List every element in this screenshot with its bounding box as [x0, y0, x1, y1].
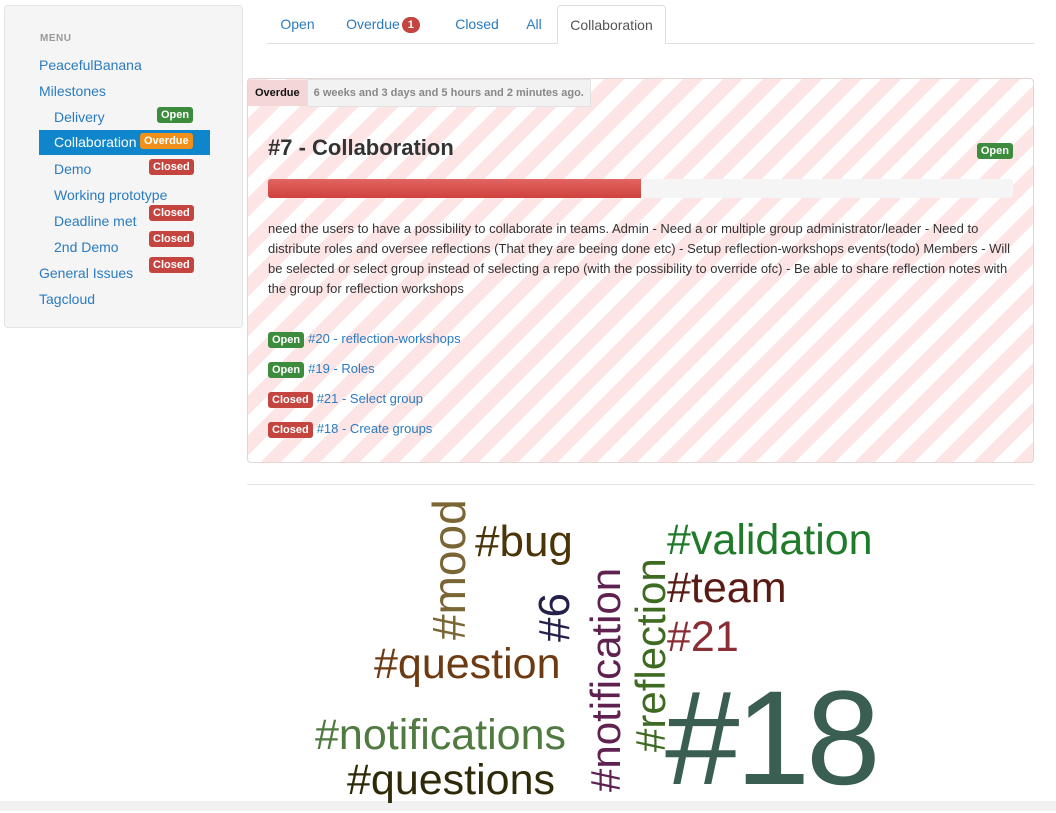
issue-status-badge: Closed — [268, 422, 313, 438]
nav-milestone-delivery[interactable]: Delivery — [39, 105, 105, 129]
tab-label: Overdue — [346, 16, 400, 32]
issue-row: Closed #21 - Select group — [268, 390, 423, 408]
status-badge: Overdue — [140, 133, 193, 149]
overdue-count-badge: 1 — [401, 17, 420, 33]
nav-peacefulbanana[interactable]: PeacefulBanana — [39, 53, 142, 77]
issue-row: Closed #18 - Create groups — [268, 420, 432, 438]
milestone-title: #7 - Collaboration — [268, 135, 454, 160]
nav-general-issues[interactable]: General Issues — [39, 261, 133, 285]
tag-6[interactable]: #6 — [530, 593, 579, 642]
tag-team[interactable]: #team — [667, 567, 787, 610]
tab-open[interactable]: Open — [267, 5, 328, 43]
milestone-progress-bar — [268, 179, 1013, 198]
status-badge: Closed — [149, 231, 194, 247]
status-badge: Closed — [149, 257, 194, 273]
status-badge: Open — [157, 107, 194, 123]
tag-bug[interactable]: #bug — [475, 520, 573, 564]
menu-header: MENU — [40, 33, 72, 44]
issue-row: Open #19 - Roles — [268, 360, 375, 378]
overdue-time: 6 weeks and 3 days and 5 hours and 2 min… — [306, 79, 591, 107]
nav-milestones[interactable]: Milestones — [39, 79, 106, 103]
tag-21[interactable]: #21 — [667, 616, 739, 659]
nav-label: Collaboration — [54, 134, 137, 150]
nav-milestone-demo[interactable]: Demo — [39, 157, 91, 181]
issue-link[interactable]: #18 - Create groups — [317, 421, 433, 436]
progress-fill — [268, 179, 641, 198]
milestone-panel: Overdue 6 weeks and 3 days and 5 hours an… — [247, 78, 1034, 463]
issue-status-badge: Open — [268, 362, 305, 378]
milestone-description: need the users to have a possibility to … — [268, 221, 1011, 296]
divider — [247, 484, 1034, 485]
tab-closed[interactable]: Closed — [442, 5, 512, 43]
issue-status-badge: Open — [268, 332, 305, 348]
tag-notifications[interactable]: #notifications — [315, 714, 566, 757]
tag-questions[interactable]: #questions — [347, 759, 555, 802]
issue-link[interactable]: #20 - reflection-workshops — [308, 331, 460, 346]
tag-notification[interactable]: #notification — [582, 568, 629, 792]
status-badge: Closed — [149, 205, 194, 221]
tab-overdue[interactable]: Overdue 1 — [333, 5, 433, 43]
tab-all[interactable]: All — [518, 5, 550, 43]
issue-link[interactable]: #21 - Select group — [317, 391, 423, 406]
issue-row: Open #20 - reflection-workshops — [268, 330, 461, 348]
nav-milestone-working-prototype[interactable]: Working prototype — [39, 183, 167, 207]
sidebar: MENU PeacefulBanana Milestones Delivery … — [4, 5, 243, 328]
tab-collaboration[interactable]: Collaboration — [557, 5, 666, 44]
nav-tagcloud[interactable]: Tagcloud — [39, 287, 95, 311]
tag-question[interactable]: #question — [374, 643, 561, 686]
tag-validation[interactable]: #validation — [667, 519, 873, 562]
nav-milestone-deadline-met[interactable]: Deadline met — [39, 209, 137, 233]
overdue-tag: Overdue — [248, 80, 307, 106]
milestone-tabs: Open Overdue 1 Closed All Collaboration — [267, 5, 1034, 44]
tag-mood[interactable]: #mood — [423, 499, 475, 640]
issue-status-badge: Closed — [268, 392, 313, 408]
milestone-status-badge: Open — [976, 143, 1013, 159]
tag-18[interactable]: #18 — [665, 672, 881, 806]
status-badge: Closed — [149, 159, 194, 175]
nav-milestone-2nd-demo[interactable]: 2nd Demo — [39, 235, 119, 259]
overdue-label: Overdue 6 weeks and 3 days and 5 hours an… — [248, 79, 591, 107]
issue-link[interactable]: #19 - Roles — [308, 361, 374, 376]
